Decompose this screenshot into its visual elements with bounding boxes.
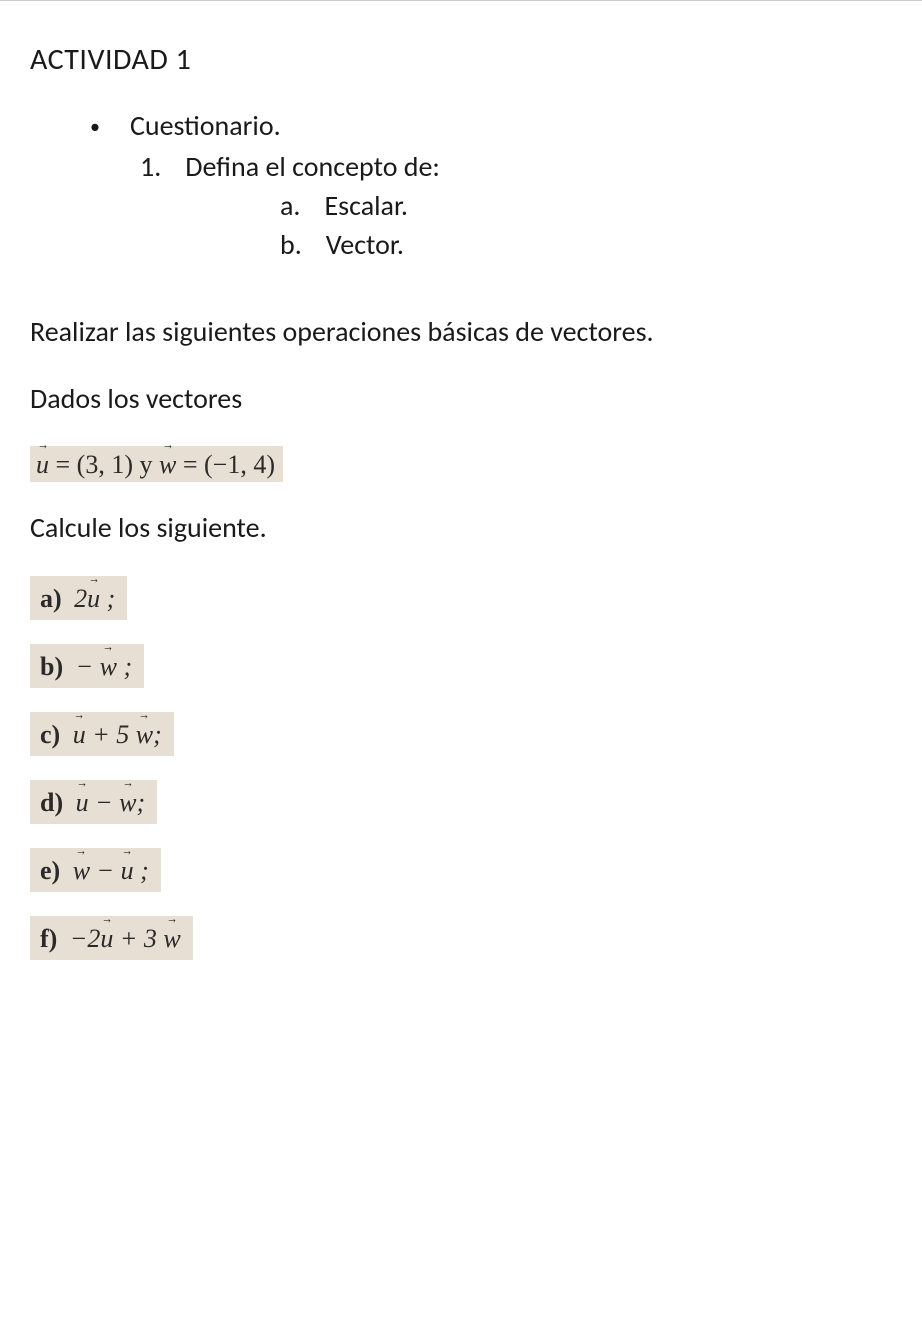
suffix: ; (137, 788, 146, 817)
vector-u: u (87, 584, 100, 614)
u-value: = (3, 1) y (49, 450, 159, 479)
instruction-given: Dados los vectores (30, 379, 892, 418)
vector-definitions: u = (3, 1) y w = (−1, 4) (30, 446, 892, 508)
sub-marker: a. (280, 188, 300, 223)
exercise-e: e) w − u ; (30, 848, 892, 892)
exercise-c: c) u + 5 w; (30, 712, 892, 756)
vector-u: u (76, 788, 89, 818)
operator: − (89, 788, 120, 817)
question-marker: 1. (140, 149, 161, 184)
operator: + 3 (113, 924, 163, 953)
exercise-f: f) −2u + 3 w (30, 916, 892, 960)
instruction-operations: Realizar las siguientes operaciones bási… (30, 312, 892, 351)
item-label: f) (40, 924, 57, 953)
question-text: Defina el concepto de: (185, 149, 440, 184)
suffix: ; (153, 720, 162, 749)
exercise-b: b) − w ; (30, 644, 892, 688)
exercise-a: a) 2u ; (30, 576, 892, 620)
exercise-d: d) u − w; (30, 780, 892, 824)
vector-w: w (119, 788, 136, 818)
vector-w: w (163, 924, 180, 954)
vector-u: u (121, 856, 134, 886)
vector-u: u (36, 450, 49, 480)
prefix: − (76, 652, 100, 681)
question-1a: a. Escalar. (280, 188, 892, 223)
bullet-item: • Cuestionario. (90, 108, 892, 143)
instruction-calculate: Calcule los siguiente. (30, 508, 892, 547)
questionnaire-section: • Cuestionario. 1. Defina el concepto de… (90, 108, 892, 262)
exercise-list: a) 2u ; b) − w ; c) u + 5 w; d) u − w; e… (30, 576, 892, 960)
sub-marker: b. (280, 227, 302, 262)
vector-u: u (100, 924, 113, 954)
activity-title: ACTIVIDAD 1 (30, 41, 892, 78)
suffix: ; (117, 652, 132, 681)
item-label: d) (40, 788, 63, 817)
bullet-marker: • (90, 117, 100, 137)
prefix: −2 (70, 924, 101, 953)
item-label: c) (40, 720, 60, 749)
vector-w: w (159, 450, 176, 480)
suffix: ; (134, 856, 149, 885)
item-label: b) (40, 652, 63, 681)
suffix: ; (100, 584, 115, 613)
vector-w: w (100, 652, 117, 682)
w-value: = (−1, 4) (176, 450, 275, 479)
vector-u: u (73, 720, 86, 750)
sub-text: Escalar. (324, 188, 408, 223)
item-label: e) (40, 856, 60, 885)
item-label: a) (40, 584, 62, 613)
sub-text: Vector. (326, 227, 404, 262)
question-1: 1. Defina el concepto de: (140, 149, 892, 184)
question-1b: b. Vector. (280, 227, 892, 262)
prefix: 2 (74, 584, 87, 613)
operator: − (90, 856, 121, 885)
bullet-label: Cuestionario. (130, 108, 281, 143)
operator: + 5 (86, 720, 136, 749)
vector-w: w (136, 720, 153, 750)
vector-w: w (73, 856, 90, 886)
